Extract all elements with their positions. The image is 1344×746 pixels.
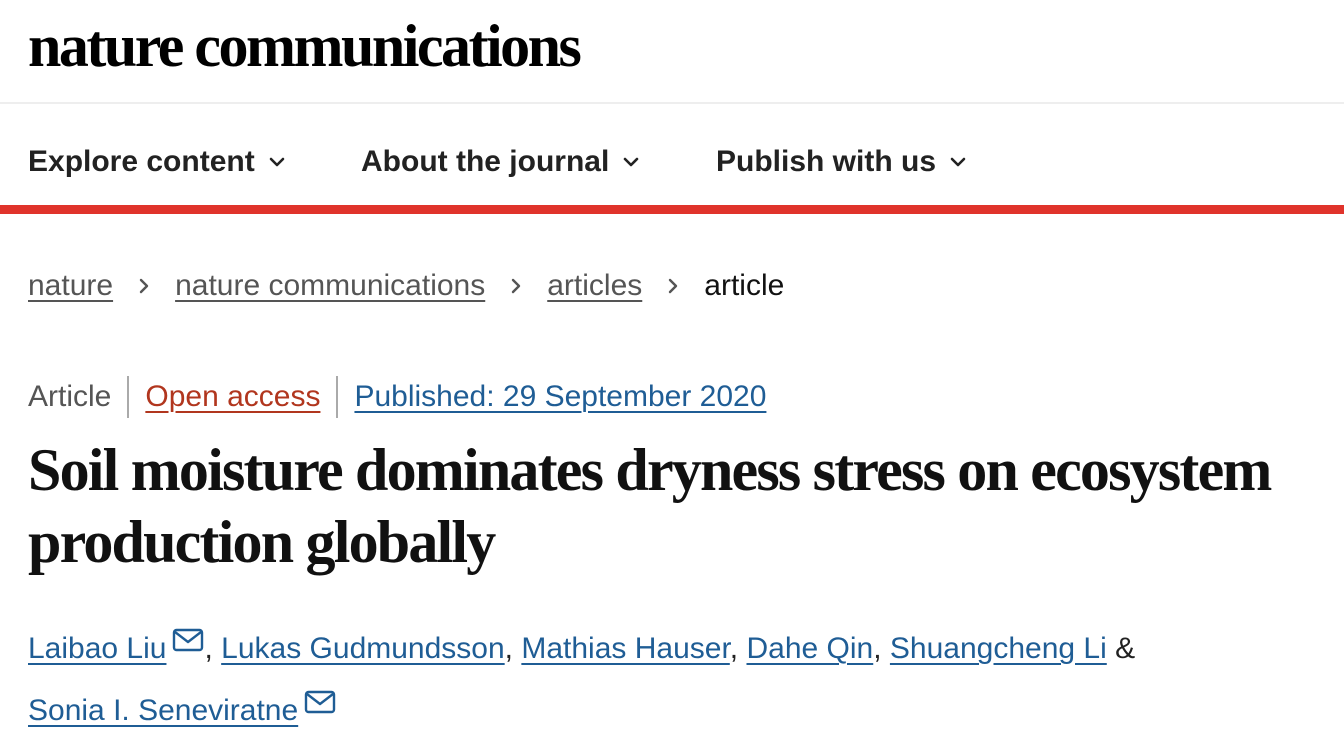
author-link[interactable]: Sonia I. Seneviratne <box>28 694 298 727</box>
author-item: Dahe Qin, <box>746 632 889 665</box>
nav-about-journal[interactable]: About the journal <box>361 142 641 182</box>
nav-label: About the journal <box>361 145 610 178</box>
author-item: Sonia I. Seneviratne <box>28 690 336 727</box>
site-header: nature communications <box>0 0 1344 104</box>
author-separator: , <box>873 632 882 665</box>
author-list: Laibao Liu, Lukas Gudmundsson, Mathias H… <box>28 618 1328 742</box>
nav-label: Explore content <box>28 145 255 178</box>
chevron-down-icon <box>624 157 639 167</box>
author-joiner: & <box>1115 632 1136 665</box>
author-link[interactable]: Lukas Gudmundsson <box>221 632 505 665</box>
mail-icon[interactable] <box>304 690 336 714</box>
author-link[interactable]: Dahe Qin <box>746 632 873 665</box>
breadcrumb-current: article <box>704 269 785 302</box>
nav-publish-with-us[interactable]: Publish with us <box>716 142 968 182</box>
author-link[interactable]: Laibao Liu <box>28 632 166 665</box>
nav-explore-content[interactable]: Explore content <box>28 142 287 182</box>
divider <box>336 376 339 418</box>
author-item: Shuangcheng Li & <box>890 632 1135 665</box>
main-nav: Explore content About the journal Publis… <box>0 106 1344 214</box>
author-separator: , <box>504 632 514 665</box>
published-date-link[interactable]: Published: 29 September 2020 <box>354 380 766 414</box>
author-link[interactable]: Shuangcheng Li <box>890 632 1107 665</box>
article-meta: Article Open access Published: 29 Septem… <box>28 374 766 420</box>
author-item: Mathias Hauser, <box>521 632 746 665</box>
author-item: Lukas Gudmundsson, <box>221 632 521 665</box>
nav-label: Publish with us <box>716 145 937 178</box>
author-separator: , <box>204 632 213 665</box>
chevron-down-icon <box>269 157 285 167</box>
breadcrumb-nature[interactable]: nature <box>28 269 113 303</box>
article-type: Article <box>28 380 112 413</box>
chevron-right-icon <box>669 278 678 294</box>
open-access-link[interactable]: Open access <box>145 380 320 414</box>
breadcrumb-nature-communications[interactable]: nature communications <box>175 269 485 303</box>
chevron-right-icon <box>139 278 149 294</box>
chevron-down-icon <box>950 157 966 167</box>
journal-logo[interactable]: nature communications <box>28 10 582 82</box>
mail-icon[interactable] <box>172 628 204 652</box>
author-item: Laibao Liu, <box>28 628 221 665</box>
author-separator: , <box>729 632 739 665</box>
chevron-right-icon <box>512 278 521 294</box>
divider <box>127 376 130 418</box>
breadcrumb: nature nature communications articles ar… <box>28 264 784 308</box>
article-title: Soil moisture dominates dryness stress o… <box>28 437 1272 575</box>
breadcrumb-articles[interactable]: articles <box>547 269 642 303</box>
author-link[interactable]: Mathias Hauser <box>521 632 729 665</box>
